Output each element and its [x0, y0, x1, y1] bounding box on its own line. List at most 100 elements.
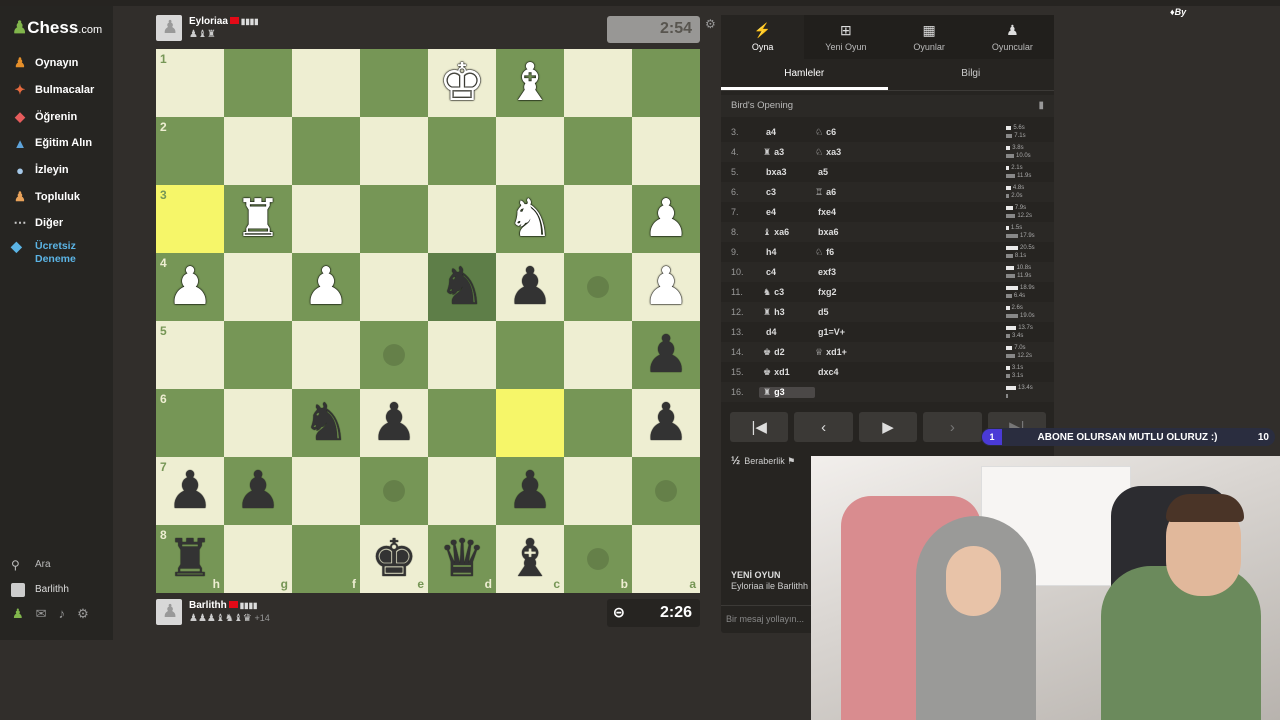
board-square[interactable]	[224, 389, 292, 457]
board-square[interactable]: ♟	[496, 457, 564, 525]
board-square[interactable]: ♞	[428, 253, 496, 321]
white-move[interactable]: ♚ d2	[749, 347, 815, 358]
board-square[interactable]	[564, 253, 632, 321]
board-square[interactable]: ♟	[632, 185, 700, 253]
board-square[interactable]: ♟	[632, 389, 700, 457]
board-square[interactable]	[292, 457, 360, 525]
white-move[interactable]: e4	[749, 207, 815, 217]
board-square[interactable]	[564, 117, 632, 185]
white-move[interactable]: ♜ a3	[749, 147, 815, 158]
sidebar-item-watch[interactable]: ● İzleyin	[0, 157, 113, 184]
white-move[interactable]: h4	[749, 247, 815, 257]
board-square[interactable]	[360, 253, 428, 321]
black-rook-piece[interactable]: ♜	[156, 525, 224, 593]
board-square[interactable]	[292, 185, 360, 253]
gear-icon[interactable]: ⚙	[77, 606, 89, 622]
black-move[interactable]: d5	[815, 307, 915, 317]
free-trial-link[interactable]: ◆ Ücretsiz Deneme	[0, 239, 113, 266]
board-square[interactable]	[224, 253, 292, 321]
board-square[interactable]	[428, 321, 496, 389]
board-square[interactable]	[496, 321, 564, 389]
black-king-piece[interactable]: ♚	[360, 525, 428, 593]
profile-link[interactable]: Barlithh	[0, 577, 113, 602]
white-pawn-piece[interactable]: ♟	[632, 253, 700, 321]
black-move[interactable]: dxc4	[815, 367, 915, 377]
draw-button[interactable]: ½ Beraberlik ⚑	[731, 455, 795, 467]
black-bishop-piece[interactable]: ♝	[496, 525, 564, 593]
tab-players[interactable]: ♟ Oyuncular	[971, 15, 1054, 59]
board-square[interactable]: ♟	[632, 253, 700, 321]
white-move[interactable]: a4	[749, 127, 815, 137]
avatar[interactable]	[156, 599, 182, 625]
legal-move-dot[interactable]	[587, 548, 609, 570]
board-square[interactable]	[428, 117, 496, 185]
board-square[interactable]: e ♚	[360, 525, 428, 593]
board-square[interactable]: c ♝	[496, 525, 564, 593]
black-knight-piece[interactable]: ♞	[292, 389, 360, 457]
play-button[interactable]: ▶	[858, 412, 918, 442]
black-knight-piece[interactable]: ♞	[428, 253, 496, 321]
white-move[interactable]: ♞ c3	[749, 287, 815, 298]
top-player-name[interactable]: Eyloriaa	[189, 16, 228, 27]
board-square[interactable]	[224, 321, 292, 389]
board-square[interactable]	[360, 117, 428, 185]
black-pawn-piece[interactable]: ♟	[632, 321, 700, 389]
board-square[interactable]: b	[564, 525, 632, 593]
tab-play[interactable]: ⚡ Oyna	[721, 15, 805, 59]
board-square[interactable]: ♟	[496, 253, 564, 321]
white-pawn-piece[interactable]: ♟	[292, 253, 360, 321]
board-square[interactable]: f	[292, 525, 360, 593]
white-move[interactable]: ♝ xa6	[749, 227, 815, 238]
board-square[interactable]: 4 ♟	[156, 253, 224, 321]
black-pawn-piece[interactable]: ♟	[156, 457, 224, 525]
chess-board[interactable]: 1 ♚ ♝ 2 3 ♜ ♞ ♟ 4 ♟ ♟ ♞ ♟ ♟ 5 ♟ 6 ♞ ♟ ♟ 7 ♟ ♟ ♟ 8 h ♜ g f e ♚ d ♛ c ♝ b a	[156, 49, 700, 593]
board-square[interactable]: ♜	[224, 185, 292, 253]
black-move[interactable]: ♘ f6	[815, 247, 915, 258]
subtab-info[interactable]: Bilgi	[888, 61, 1055, 90]
white-move[interactable]: ♚ xd1	[749, 367, 815, 378]
board-square[interactable]	[564, 321, 632, 389]
board-square[interactable]: 8 h ♜	[156, 525, 224, 593]
tab-new-game[interactable]: ⊞ Yeni Oyun	[804, 15, 887, 59]
board-settings-gear-icon[interactable]: ⚙	[705, 17, 716, 31]
board-square[interactable]: 7 ♟	[156, 457, 224, 525]
white-move[interactable]: d4	[749, 327, 815, 337]
board-square[interactable]	[564, 457, 632, 525]
board-square[interactable]: 3	[156, 185, 224, 253]
white-king-piece[interactable]: ♚	[428, 49, 496, 117]
black-move[interactable]	[815, 387, 915, 397]
board-square[interactable]: ♞	[496, 185, 564, 253]
board-square[interactable]	[292, 321, 360, 389]
sidebar-item-play[interactable]: ♟ Oynayın	[0, 50, 113, 77]
legal-move-dot[interactable]	[383, 344, 405, 366]
board-square[interactable]	[632, 457, 700, 525]
board-square[interactable]: 1	[156, 49, 224, 117]
black-move[interactable]: exf3	[815, 267, 915, 277]
black-move[interactable]: a5	[815, 167, 915, 177]
board-square[interactable]	[428, 185, 496, 253]
avatar[interactable]	[156, 15, 182, 41]
white-rook-piece[interactable]: ♜	[224, 185, 292, 253]
board-square[interactable]	[496, 117, 564, 185]
black-pawn-piece[interactable]: ♟	[632, 389, 700, 457]
white-bishop-piece[interactable]: ♝	[496, 49, 564, 117]
chess-logo[interactable]: ♟Chess.com	[12, 18, 102, 38]
legal-move-dot[interactable]	[655, 480, 677, 502]
black-move[interactable]: fxg2	[815, 287, 915, 297]
board-square[interactable]: ♟	[360, 389, 428, 457]
next-move-button[interactable]: ›	[923, 412, 982, 442]
board-square[interactable]	[428, 389, 496, 457]
sidebar-item-lessons[interactable]: ▲ Eğitim Alın	[0, 130, 113, 157]
search-button[interactable]: ⚲ Ara	[0, 552, 113, 577]
white-move[interactable]: c3	[749, 187, 815, 197]
sidebar-item-more[interactable]: ⋯ Diğer	[0, 210, 113, 237]
flag-resign-icon[interactable]: ⚑	[787, 456, 795, 466]
bell-icon[interactable]: ♪	[59, 606, 66, 622]
board-square[interactable]: ♞	[292, 389, 360, 457]
white-move[interactable]: c4	[749, 267, 815, 277]
friends-icon[interactable]: ♟	[12, 606, 24, 622]
sidebar-item-learn[interactable]: ◆ Öğrenin	[0, 103, 113, 130]
black-pawn-piece[interactable]: ♟	[496, 253, 564, 321]
board-square[interactable]: ♟	[224, 457, 292, 525]
black-pawn-piece[interactable]: ♟	[224, 457, 292, 525]
